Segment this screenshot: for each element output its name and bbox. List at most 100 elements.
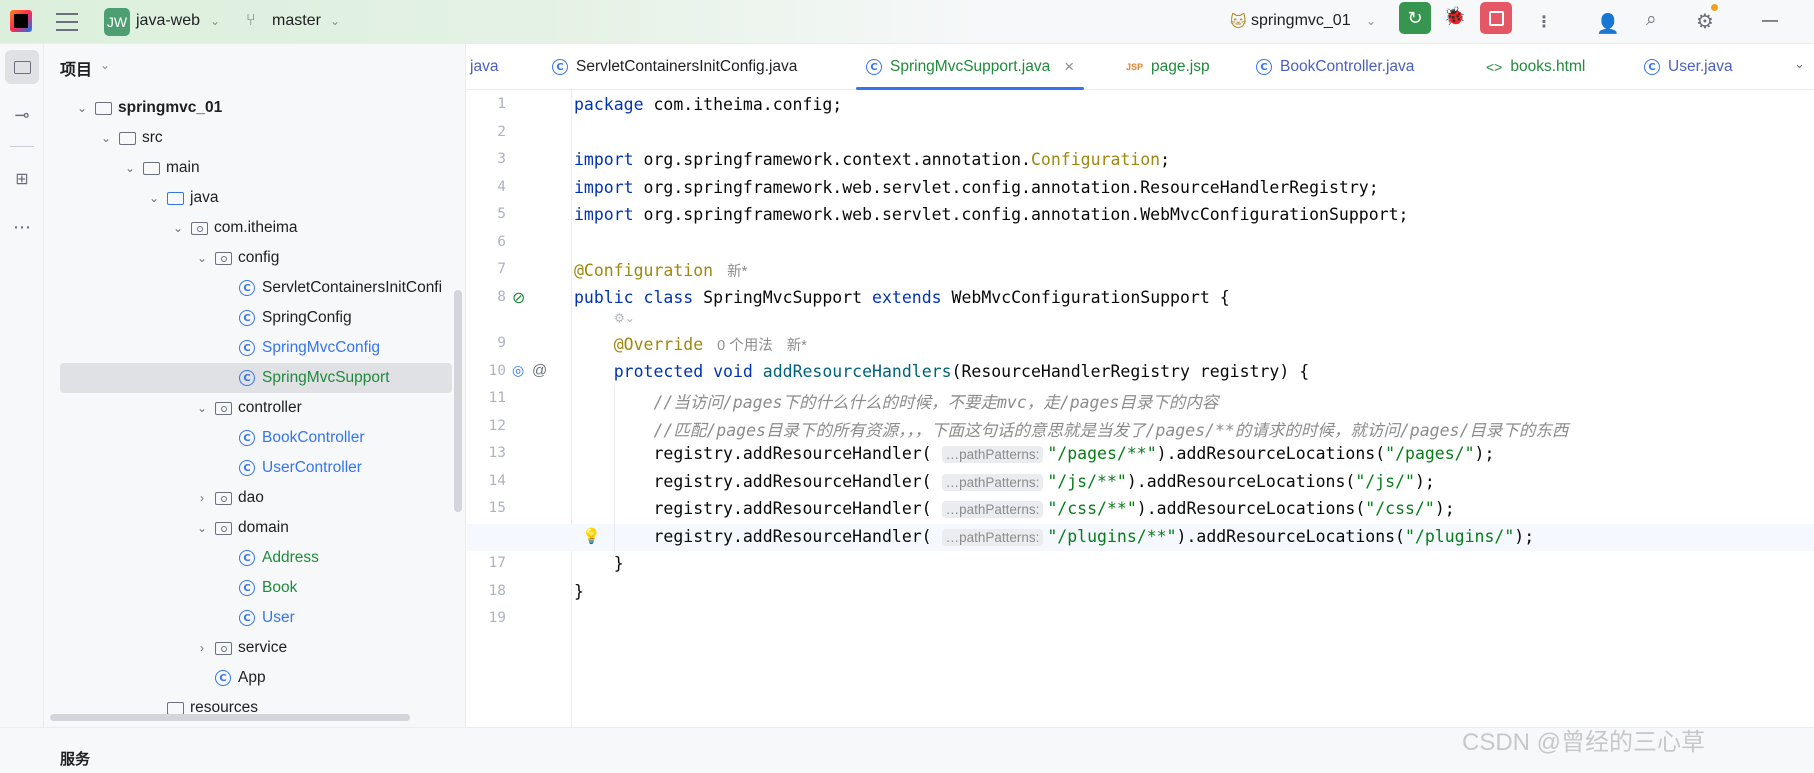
code-token: ).addResourceLocations( <box>1136 499 1366 518</box>
chevron-down-icon[interactable]: ⌄ <box>98 131 114 145</box>
code-line[interactable]: registry.addResourceHandler( …pathPatter… <box>574 499 1455 518</box>
tabs-overflow-chevron[interactable]: ⌄ <box>1794 56 1805 72</box>
project-panel-title[interactable]: 项目 <box>60 56 92 80</box>
code-line[interactable]: import org.springframework.context.annot… <box>574 150 1170 169</box>
tree-item[interactable]: ⌄ springmvc_01 <box>44 93 452 123</box>
code-line[interactable]: package com.itheima.config; <box>574 95 842 114</box>
tab-page-jsp[interactable]: JSP page.jsp <box>1116 44 1220 90</box>
code-vision-icon[interactable]: ⚙⌄ <box>614 311 635 325</box>
project-folder-icon[interactable] <box>5 50 39 84</box>
code-line[interactable]: import org.springframework.web.servlet.c… <box>574 205 1408 224</box>
tree-item[interactable]: C Book <box>44 573 452 603</box>
run-config-selector[interactable]: springmvc_01 <box>1251 12 1351 30</box>
spring-bean-icon[interactable]: ⊘ <box>512 288 525 308</box>
tab-java[interactable]: java <box>460 44 508 90</box>
tab-springmvcsupport-java[interactable]: C SpringMvcSupport.java × <box>856 44 1085 90</box>
chevron-down-icon[interactable]: ⌄ <box>74 101 90 115</box>
tree-item[interactable]: ⌄ com.itheima <box>44 213 452 243</box>
code-line[interactable]: } <box>574 582 584 601</box>
chevron-down-icon[interactable]: ⌄ <box>194 521 210 535</box>
tab-books-html[interactable]: <> books.html <box>1476 44 1595 90</box>
code-line[interactable]: public class SpringMvcSupport extends We… <box>574 288 1230 307</box>
chevron-down-icon: ⌄ <box>210 14 221 28</box>
tree-item[interactable]: C User <box>44 603 452 633</box>
tree-item[interactable]: ⌄ controller <box>44 393 452 423</box>
tree-item[interactable]: C SpringMvcSupport <box>60 363 452 393</box>
main-menu-icon[interactable] <box>56 13 78 31</box>
code-token: com.itheima.config; <box>653 95 843 114</box>
code-token: import <box>574 205 644 224</box>
branch-selector[interactable]: master <box>272 12 321 30</box>
tree-item[interactable]: C App <box>44 663 452 693</box>
project-selector[interactable]: java-web <box>136 12 200 30</box>
chevron-down-icon[interactable]: ⌄ <box>122 161 138 175</box>
class-icon: C <box>866 59 882 75</box>
code-line[interactable]: //当访问/pages下的什么什么的时候，不要走mvc，走/pages目录下的内… <box>574 389 1218 413</box>
tab-bookcontroller-java[interactable]: C BookController.java <box>1246 44 1424 90</box>
chevron-down-icon[interactable]: ⌄ <box>170 221 186 235</box>
code-token: SpringMvcSupport <box>703 287 873 307</box>
code-line[interactable]: @Configuration 新* <box>574 260 747 281</box>
more-tools-icon[interactable]: ⋯ <box>5 210 39 244</box>
tree-item[interactable]: ⌄ domain <box>44 513 452 543</box>
line-number: 12 <box>488 417 506 434</box>
commit-icon[interactable]: ⊸ <box>5 98 39 132</box>
close-tab-icon[interactable]: × <box>1064 57 1074 77</box>
minimize-button[interactable]: — <box>1762 12 1778 30</box>
search-icon[interactable]: ⌕ <box>1646 9 1657 31</box>
chevron-down-icon[interactable]: ⌄ <box>194 401 210 415</box>
tab-servletcontainersinitconfig-java[interactable]: C ServletContainersInitConfig.java <box>542 44 807 90</box>
code-line[interactable]: //匹配/pages目录下的所有资源，，，下面这句话的意思就是当发了/pages… <box>574 417 1568 441</box>
class-icon: C <box>214 669 232 687</box>
override-method-icon[interactable]: ◎ <box>512 362 524 379</box>
tree-item[interactable]: C BookController <box>44 423 452 453</box>
tree-item[interactable]: C ServletContainersInitConfi <box>44 273 452 303</box>
structure-icon[interactable]: ⊞ <box>5 162 39 196</box>
tree-item[interactable]: ⌄ src <box>44 123 452 153</box>
tree-item[interactable]: ⌄ java <box>44 183 452 213</box>
code-line[interactable]: } <box>574 554 624 573</box>
project-badge[interactable]: JW <box>104 8 130 36</box>
tree-item[interactable]: C SpringConfig <box>44 303 452 333</box>
code-token: } <box>574 581 584 601</box>
chevron-right-icon[interactable]: › <box>194 641 210 655</box>
code-line[interactable]: registry.addResourceHandler( …pathPatter… <box>574 444 1494 463</box>
intellij-logo-icon[interactable] <box>10 10 32 32</box>
chevron-right-icon[interactable]: › <box>194 491 210 505</box>
add-user-icon[interactable]: 👤 <box>1596 12 1620 36</box>
tree-item[interactable]: › dao <box>44 483 452 513</box>
debug-button[interactable]: 🐞 <box>1440 6 1470 32</box>
code-line[interactable]: import org.springframework.web.servlet.c… <box>574 178 1379 197</box>
tree-item[interactable]: ⌄ main <box>44 153 452 183</box>
tab-user-java[interactable]: C User.java <box>1634 44 1743 90</box>
tree-item[interactable]: C UserController <box>44 453 452 483</box>
intention-bulb-icon[interactable]: 💡 <box>582 527 601 545</box>
code-token: "/js/**" <box>1047 471 1127 491</box>
tree-item[interactable]: C Address <box>44 543 452 573</box>
stop-button[interactable] <box>1480 2 1512 34</box>
more-actions-icon[interactable]: ⋮ <box>1536 12 1552 32</box>
tree-item-label: User <box>262 609 295 626</box>
services-tool-window[interactable]: 服务 <box>60 748 90 769</box>
chevron-down-icon[interactable]: ⌄ <box>100 58 110 72</box>
code-token: ); <box>1474 444 1495 463</box>
chevron-down-icon[interactable]: ⌄ <box>146 191 162 205</box>
rerun-button[interactable]: ↻ <box>1399 2 1431 34</box>
code-line[interactable]: @Override 0 个用法 新* <box>574 334 807 355</box>
code-line[interactable]: registry.addResourceHandler( …pathPatter… <box>574 472 1435 491</box>
tree-item[interactable]: ⌄ config <box>44 243 452 273</box>
tree-item-label: domain <box>238 519 289 536</box>
settings-icon[interactable]: ⚙ <box>1696 9 1714 34</box>
code-line[interactable]: registry.addResourceHandler( …pathPatter… <box>574 527 1534 546</box>
project-panel: 项目 ⌄ ⌄ springmvc_01 ⌄ src ⌄ main ⌄ java ⌄ com.ith… <box>44 44 466 727</box>
tree-item-label: java <box>190 189 219 206</box>
chevron-down-icon[interactable]: ⌄ <box>194 251 210 265</box>
class-icon: C <box>238 429 256 447</box>
tree-item[interactable]: C SpringMvcConfig <box>44 333 452 363</box>
horizontal-scrollbar[interactable] <box>50 714 410 721</box>
annotation-icon[interactable]: @ <box>532 362 547 379</box>
tree-item-label: SpringMvcSupport <box>262 369 390 386</box>
tree-item[interactable]: › service <box>44 633 452 663</box>
vertical-scrollbar[interactable] <box>454 290 462 512</box>
code-line[interactable]: protected void addResourceHandlers(Resou… <box>574 362 1309 381</box>
